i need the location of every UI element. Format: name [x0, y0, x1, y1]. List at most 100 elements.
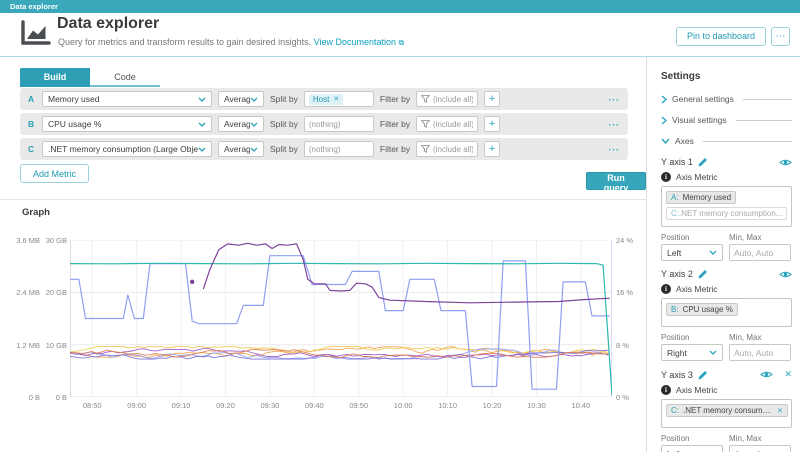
row-more-button[interactable]: ⋯: [608, 93, 620, 106]
row-more-button[interactable]: ⋯: [608, 118, 620, 131]
axis-tick-label: 09:50: [344, 401, 374, 410]
remove-axis-icon[interactable]: ✕: [784, 369, 792, 380]
y-axis-2-header: Y axis 2: [661, 269, 792, 279]
section-general-settings[interactable]: General settings: [661, 94, 792, 104]
aggregation-select[interactable]: Average: [218, 141, 264, 157]
metric-tag[interactable]: A:Memory used: [666, 191, 736, 204]
metric-select[interactable]: CPU usage %: [42, 116, 212, 132]
section-visual-settings[interactable]: Visual settings: [661, 115, 792, 125]
tab-code[interactable]: Code: [90, 68, 160, 87]
metric-tag-suggestion[interactable]: C:.NET memory consumption...: [666, 207, 787, 220]
metric-tag[interactable]: C:.NET memory consumption...✕: [666, 404, 788, 417]
page-subtitle: Query for metrics and transform results …: [58, 37, 404, 48]
axis-metric-row: i Axis Metric: [661, 385, 792, 395]
eye-icon[interactable]: [779, 270, 792, 279]
funnel-icon: [421, 95, 430, 103]
data-explorer-page: Data explorer Data explorer Query for me…: [0, 0, 800, 452]
info-icon: i: [661, 172, 671, 182]
filter-input[interactable]: (include all): [416, 116, 478, 132]
metric-tag[interactable]: B:CPU usage %: [666, 303, 738, 316]
chevron-down-icon: [198, 122, 206, 127]
metric-letter: B: [28, 119, 36, 129]
pencil-icon[interactable]: [698, 370, 708, 380]
split-by-input[interactable]: (nothing): [304, 141, 374, 157]
axis-tick-label: 1.2 MB: [16, 341, 40, 350]
position-select[interactable]: Left: [661, 244, 723, 261]
axis-tick-label: 10:20: [477, 401, 507, 410]
position-select[interactable]: Left: [661, 445, 723, 452]
view-documentation-link[interactable]: View Documentation: [314, 37, 396, 47]
page-title: Data explorer: [57, 15, 159, 33]
axis-tick-label: 0 B: [29, 393, 40, 402]
axis-tick-label: 09:00: [122, 401, 152, 410]
window-title: Data explorer: [10, 2, 58, 11]
filter-by-label: Filter by: [380, 94, 410, 104]
remove-tag-icon[interactable]: ✕: [333, 95, 339, 103]
position-minmax-labels: Position Min, Max: [661, 333, 792, 342]
page-header: Data explorer Query for metrics and tran…: [0, 13, 800, 57]
chevron-down-icon: [198, 97, 206, 102]
split-by-label: Split by: [270, 94, 298, 104]
axis-tick-label: 16 %: [616, 288, 633, 297]
y-axis-1-metric-box[interactable]: A:Memory used C:.NET memory consumption.…: [661, 186, 792, 227]
chevron-right-icon: [661, 116, 667, 125]
axis-metric-row: i Axis Metric: [661, 284, 792, 294]
divider: [743, 99, 792, 100]
axis-tick-label: 10:40: [566, 401, 596, 410]
remove-tag-icon[interactable]: ✕: [777, 407, 783, 415]
timeseries-chart: [70, 240, 612, 397]
pencil-icon[interactable]: [698, 269, 708, 279]
funnel-icon: [421, 120, 430, 128]
chevron-down-icon: [661, 138, 670, 144]
chevron-down-icon: [709, 250, 717, 255]
metric-letter: A: [28, 94, 36, 104]
position-select[interactable]: Right: [661, 344, 723, 361]
pencil-icon[interactable]: [698, 157, 708, 167]
funnel-icon: [421, 145, 430, 153]
add-filter-button[interactable]: +: [484, 91, 500, 107]
header-more-button[interactable]: ⋯: [771, 27, 790, 46]
chevron-down-icon: [709, 350, 717, 355]
metric-select[interactable]: Memory used: [42, 91, 212, 107]
metric-select[interactable]: .NET memory consumption (Large Object He…: [42, 141, 212, 157]
minmax-input[interactable]: [729, 244, 791, 261]
axis-tick-label: 09:40: [299, 401, 329, 410]
row-more-button[interactable]: ⋯: [608, 143, 620, 156]
minmax-input[interactable]: [729, 445, 791, 452]
filter-input[interactable]: (include all): [416, 141, 478, 157]
axis-tick-label: 10:30: [521, 401, 551, 410]
info-icon: i: [661, 284, 671, 294]
external-link-icon: ⧉: [399, 38, 405, 47]
axis-tick-label: 08:50: [77, 401, 107, 410]
metric-row-a: A Memory used Average Split by Host ✕ Fi…: [20, 88, 628, 110]
chevron-down-icon: [198, 147, 206, 152]
filter-input[interactable]: (include all): [416, 91, 478, 107]
split-by-input[interactable]: (nothing): [304, 116, 374, 132]
run-query-button[interactable]: Run query: [586, 172, 646, 190]
chevron-down-icon: [250, 122, 258, 127]
y-axis-1-header: Y axis 1: [661, 157, 792, 167]
axis-metric-row: i Axis Metric: [661, 172, 792, 182]
axis-tick-label: 10:10: [433, 401, 463, 410]
aggregation-select[interactable]: Average: [218, 116, 264, 132]
y-axis-3-metric-box[interactable]: C:.NET memory consumption...✕: [661, 399, 792, 428]
axis-tick-label: 09:20: [210, 401, 240, 410]
aggregation-select[interactable]: Average: [218, 91, 264, 107]
add-metric-button[interactable]: Add Metric: [20, 164, 89, 183]
add-filter-button[interactable]: +: [484, 116, 500, 132]
minmax-input[interactable]: [729, 344, 791, 361]
eye-icon[interactable]: [760, 370, 773, 379]
graph-title: Graph: [22, 207, 50, 218]
tab-build[interactable]: Build: [20, 68, 90, 87]
axis-tick-label: 0 %: [616, 393, 629, 402]
metric-row-c: C .NET memory consumption (Large Object …: [20, 138, 628, 160]
eye-icon[interactable]: [779, 158, 792, 167]
y-axis-2-metric-box[interactable]: B:CPU usage %: [661, 298, 792, 327]
pin-to-dashboard-button[interactable]: Pin to dashboard: [676, 27, 766, 46]
split-by-input[interactable]: Host ✕: [304, 91, 374, 107]
section-axes[interactable]: Axes: [661, 136, 792, 146]
chevron-right-icon: [661, 95, 667, 104]
split-by-label: Split by: [270, 119, 298, 129]
add-filter-button[interactable]: +: [484, 141, 500, 157]
y-axis-pct-labels: 0 %8 %16 %24 %: [616, 240, 642, 397]
